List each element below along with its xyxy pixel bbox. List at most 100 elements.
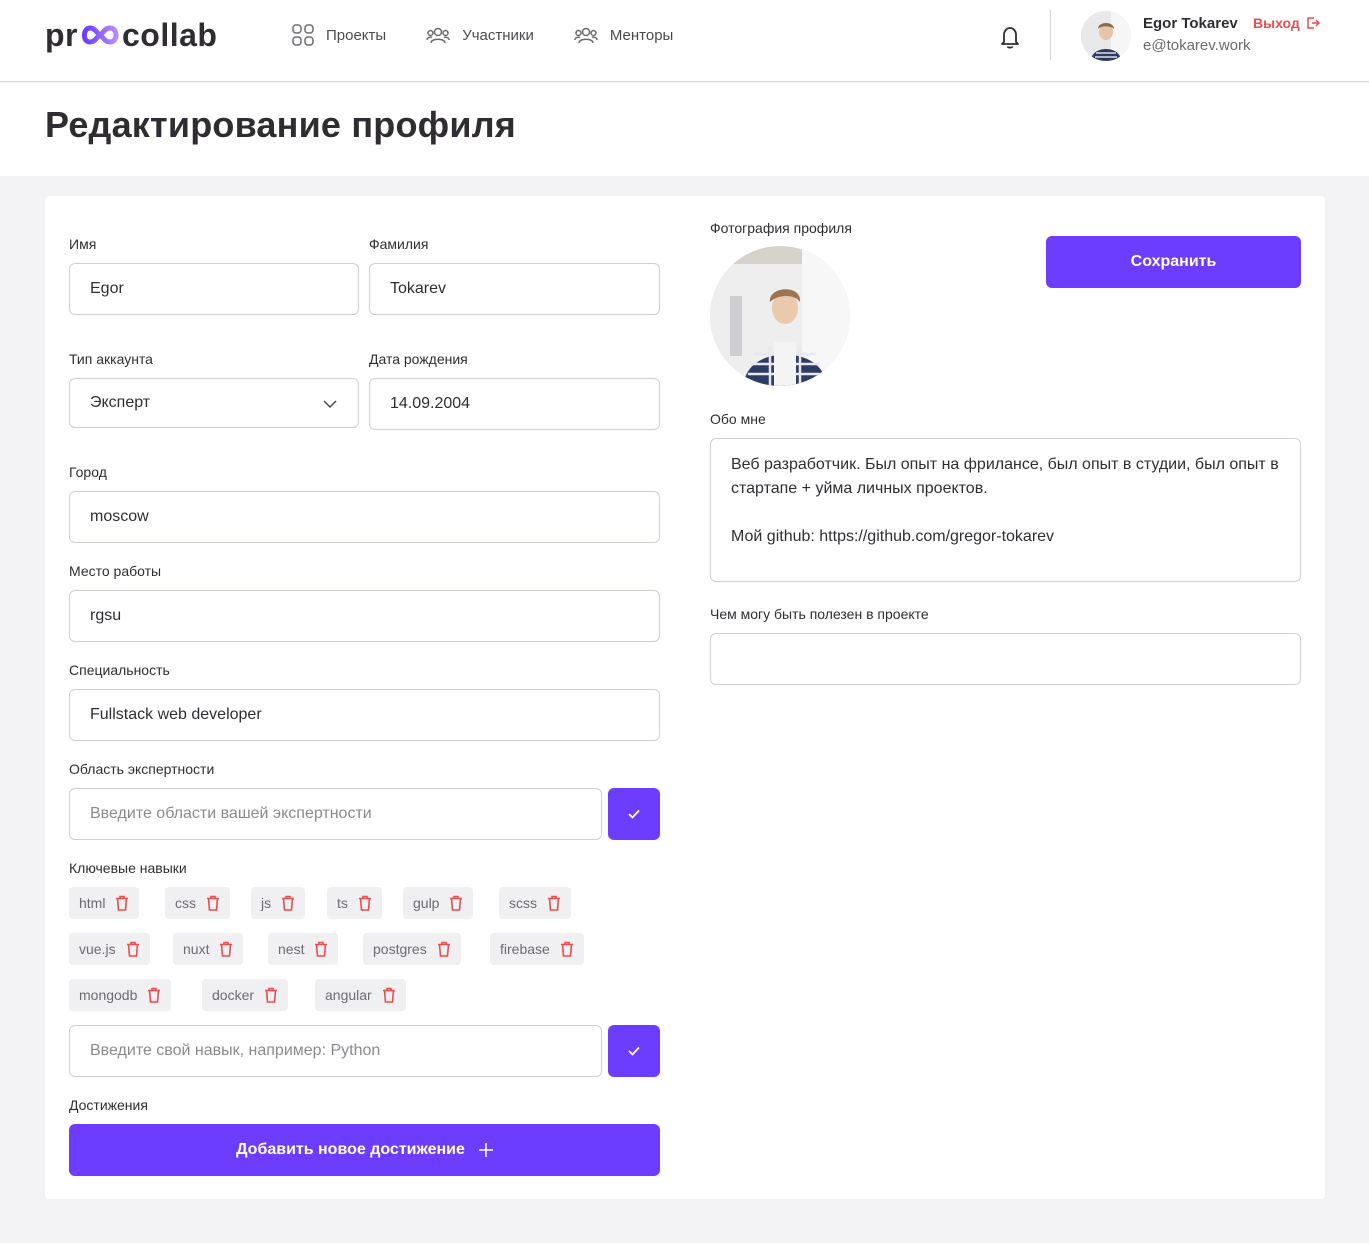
- about-label: Обо мне: [710, 411, 766, 427]
- check-icon: [628, 809, 640, 819]
- useful-field[interactable]: [710, 633, 1301, 685]
- photo-label: Фотография профиля: [710, 220, 852, 236]
- skill-chip: html: [69, 887, 140, 919]
- nav-item-members[interactable]: Участники: [426, 25, 534, 45]
- skill-chip: nest: [268, 933, 339, 965]
- nav-label: Проекты: [326, 26, 387, 44]
- user-name: Egor Tokarev: [1143, 15, 1238, 32]
- account-type-select[interactable]: Эксперт: [69, 378, 359, 428]
- speciality-value: Fullstack web developer: [90, 706, 262, 723]
- first-name-label: Имя: [69, 236, 97, 252]
- city-value: moscow: [90, 508, 149, 525]
- skill-label: docker: [212, 987, 255, 1003]
- nav-item-mentors[interactable]: Менторы: [574, 25, 673, 45]
- nav-item-projects[interactable]: Проекты: [292, 24, 386, 46]
- plus-icon: [478, 1143, 493, 1157]
- skill-chip: scss: [499, 887, 571, 919]
- skill-chip: mongodb: [69, 979, 172, 1011]
- skill-label: angular: [325, 987, 372, 1003]
- check-icon: [628, 1046, 640, 1056]
- trash-icon[interactable]: [560, 941, 574, 957]
- skill-label: js: [261, 895, 272, 911]
- skill-input[interactable]: Введите свой навык, например: Python: [69, 1025, 602, 1077]
- chevron-down-icon: [323, 400, 337, 409]
- skill-placeholder: Введите свой навык, например: Python: [90, 1042, 381, 1059]
- skill-chip: gulp: [403, 887, 474, 919]
- last-name-label: Фамилия: [369, 236, 429, 252]
- skill-chip: css: [165, 887, 230, 919]
- logo-text-left: pr: [45, 16, 78, 53]
- main-nav: Проекты Участники Менторы: [292, 22, 673, 48]
- skill-label: vue.js: [79, 941, 116, 957]
- first-name-field[interactable]: Egor: [69, 263, 359, 315]
- skills-label: Ключевые навыки: [69, 860, 187, 876]
- trash-icon[interactable]: [126, 941, 140, 957]
- trash-icon[interactable]: [115, 895, 129, 911]
- trash-icon[interactable]: [449, 895, 463, 911]
- skill-label: nest: [278, 941, 305, 957]
- trash-icon[interactable]: [264, 987, 278, 1003]
- page-title: Редактирование профиля: [45, 104, 516, 145]
- speciality-label: Специальность: [69, 662, 170, 678]
- trash-icon[interactable]: [358, 895, 372, 911]
- logo-text-right: collab: [122, 16, 218, 53]
- skill-label: css: [175, 895, 196, 911]
- trash-icon[interactable]: [206, 895, 220, 911]
- city-label: Город: [69, 464, 107, 480]
- expertise-confirm-button[interactable]: [608, 788, 660, 840]
- last-name-field[interactable]: Tokarev: [369, 263, 660, 315]
- grid-icon: [292, 24, 314, 46]
- save-label: Сохранить: [1130, 253, 1217, 270]
- trash-icon[interactable]: [382, 987, 396, 1003]
- skill-chip: vue.js: [69, 933, 150, 965]
- top-header: pr collab Проекты Участники Менторы Egor…: [0, 0, 1369, 82]
- skill-chip: js: [251, 887, 306, 919]
- trash-icon[interactable]: [437, 941, 451, 957]
- skill-chip: firebase: [490, 933, 584, 965]
- skill-chip: ts: [327, 887, 382, 919]
- bell-icon[interactable]: [998, 24, 1022, 50]
- skill-confirm-button[interactable]: [608, 1025, 660, 1077]
- account-type-label: Тип аккаунта: [69, 351, 153, 367]
- add-achievement-button[interactable]: Добавить новое достижение: [69, 1124, 660, 1176]
- avatar-photo-icon: [1081, 11, 1131, 61]
- city-field[interactable]: moscow: [69, 491, 660, 543]
- skill-label: html: [79, 895, 106, 911]
- skill-label: postgres: [373, 941, 427, 957]
- skill-chip: postgres: [363, 933, 461, 965]
- trash-icon[interactable]: [547, 895, 561, 911]
- infinity-logo-icon: [81, 25, 119, 45]
- skill-label: firebase: [500, 941, 550, 957]
- skill-label: nuxt: [183, 941, 210, 957]
- mentors-icon: [574, 27, 598, 44]
- logout-icon: [1307, 17, 1320, 29]
- users-icon: [426, 27, 450, 44]
- logo[interactable]: pr collab: [45, 17, 217, 53]
- last-name-value: Tokarev: [390, 280, 447, 297]
- birth-date-field[interactable]: 14.09.2004: [369, 378, 660, 430]
- logout-button[interactable]: Выход: [1253, 15, 1320, 31]
- avatar[interactable]: [1081, 11, 1131, 61]
- skill-label: ts: [337, 895, 348, 911]
- user-email: e@tokarev.work: [1143, 37, 1251, 54]
- expertise-input[interactable]: Введите области вашей экспертности: [69, 788, 602, 840]
- trash-icon[interactable]: [147, 987, 161, 1003]
- add-achievement-label: Добавить новое достижение: [236, 1141, 465, 1158]
- workplace-field[interactable]: rgsu: [69, 590, 660, 642]
- skill-chip: docker: [202, 979, 289, 1011]
- profile-photo-image-icon: [710, 246, 850, 386]
- trash-icon[interactable]: [219, 941, 233, 957]
- trash-icon[interactable]: [314, 941, 328, 957]
- speciality-field[interactable]: Fullstack web developer: [69, 689, 660, 741]
- save-button[interactable]: Сохранить: [1046, 236, 1301, 288]
- header-divider: [1050, 10, 1051, 60]
- skill-chip: angular: [315, 979, 406, 1011]
- trash-icon[interactable]: [281, 895, 295, 911]
- skill-label: gulp: [413, 895, 440, 911]
- profile-photo[interactable]: [710, 246, 850, 386]
- nav-label: Участники: [462, 26, 534, 44]
- about-textarea[interactable]: Веб разработчик. Был опыт на фрилансе, б…: [710, 438, 1301, 582]
- skill-chip: nuxt: [173, 933, 244, 965]
- skill-label: mongodb: [79, 987, 138, 1003]
- useful-label: Чем могу быть полезен в проекте: [710, 606, 929, 622]
